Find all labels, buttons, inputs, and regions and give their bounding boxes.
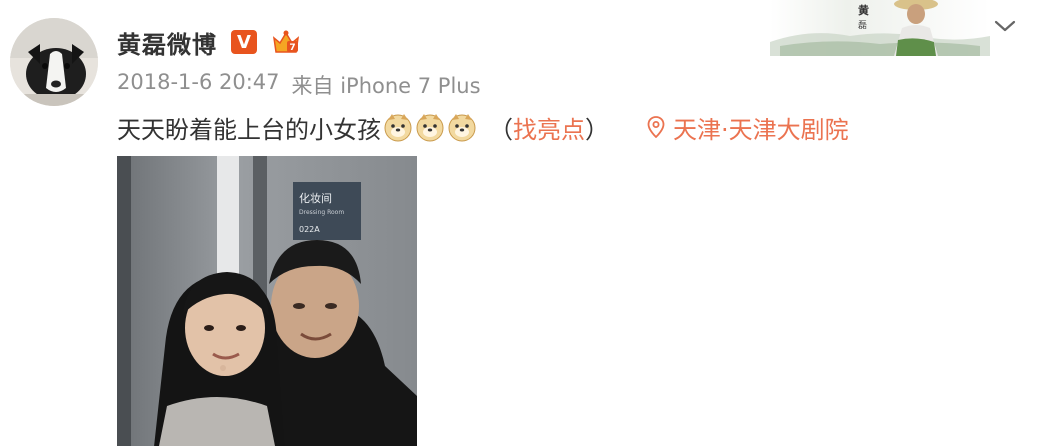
name-row: 黄磊微博 V 7 bbox=[117, 24, 301, 60]
avatar[interactable] bbox=[10, 18, 98, 106]
post-text: 天天盼着能上台的小女孩 bbox=[117, 115, 381, 144]
timestamp[interactable]: 2018-1-6 20:47 bbox=[117, 70, 280, 100]
post-source[interactable]: 来自 iPhone 7 Plus bbox=[292, 70, 481, 100]
member-crown-icon[interactable]: 7 bbox=[271, 27, 301, 57]
username[interactable]: 黄磊微博 bbox=[117, 25, 217, 60]
highlight-open: （ bbox=[489, 115, 513, 144]
location-link[interactable]: 天津·天津大剧院 bbox=[647, 110, 849, 145]
highlight-link[interactable]: 找亮点 bbox=[513, 116, 585, 144]
highlight: （找亮点） bbox=[489, 110, 609, 145]
profile-banner: 黄 磊 bbox=[770, 0, 990, 56]
verified-v-icon[interactable]: V bbox=[231, 30, 257, 54]
sign-number: 022A bbox=[299, 225, 320, 234]
weibo-post: 黄磊微博 V 7 2018-1-6 20:47 来自 iPhone 7 Plus… bbox=[0, 0, 1040, 446]
banner-name-2: 磊 bbox=[858, 20, 867, 31]
location-pin-icon bbox=[647, 116, 665, 138]
doge-emoji-icon bbox=[448, 114, 476, 142]
post-content: 天天盼着能上台的小女孩 （找亮点） 天津·天津大剧院 bbox=[117, 108, 849, 146]
svg-text:7: 7 bbox=[289, 43, 295, 53]
doge-emoji-icon bbox=[384, 114, 412, 142]
highlight-close: ） bbox=[585, 115, 609, 144]
banner-name-1: 黄 bbox=[858, 3, 869, 17]
post-meta: 2018-1-6 20:47 来自 iPhone 7 Plus bbox=[117, 70, 481, 100]
chevron-down-icon[interactable] bbox=[990, 14, 1020, 38]
sign-title: 化妆间 bbox=[299, 191, 332, 205]
doge-emoji-icon bbox=[416, 114, 444, 142]
post-photo[interactable]: 化妆间 Dressing Room 022A bbox=[117, 156, 417, 446]
sign-subtitle: Dressing Room bbox=[299, 209, 344, 216]
location-label: 天津·天津大剧院 bbox=[673, 115, 849, 144]
